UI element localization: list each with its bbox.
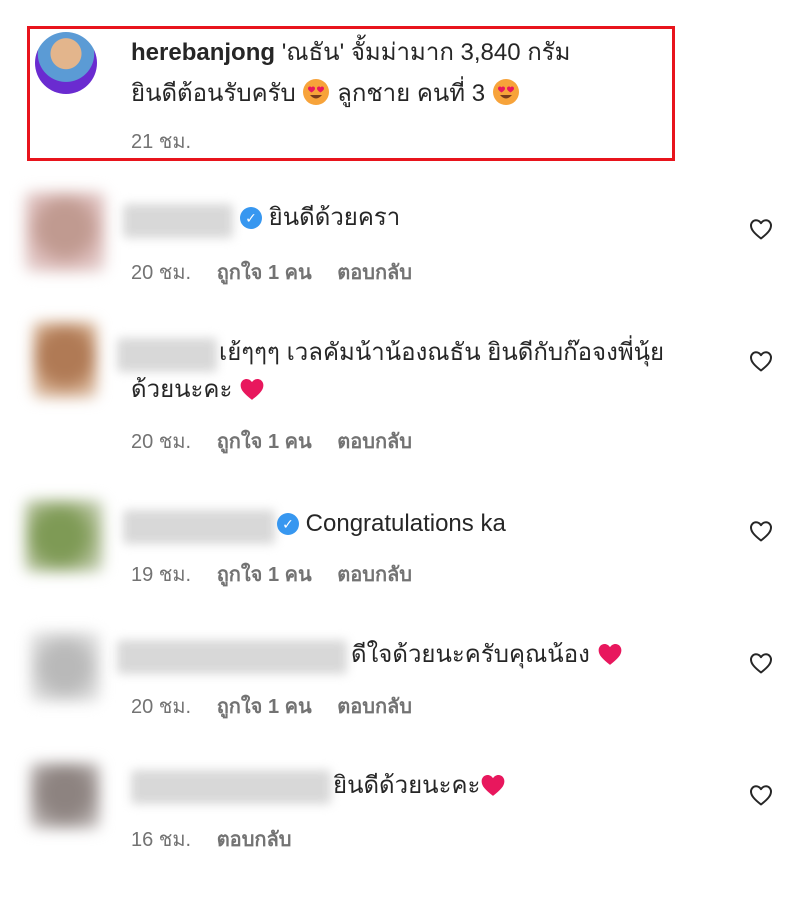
username-link[interactable]: [131, 770, 331, 804]
timestamp: 20 ชม.: [131, 696, 192, 718]
comment-text-line2: ยินดีต้อนรับครับ ลูกชาย คนที่ 3: [131, 78, 520, 109]
timestamp: 20 ชม.: [131, 262, 192, 284]
comment-text: herebanjong 'ณธัน' จั้มม่ามาก 3,840 กรัม: [131, 38, 570, 68]
comment-meta: 16 ชม. ตอบกลับ: [131, 823, 291, 855]
red-heart-emoji: [480, 773, 506, 797]
comment-meta: 20 ชม. ถูกใจ 1 คน ตอบกลับ: [131, 256, 412, 288]
comment-text: ✓ ยินดีด้วยครา: [240, 203, 400, 233]
comment-meta: 20 ชม. ถูกใจ 1 คน ตอบกลับ: [131, 690, 412, 722]
username-link[interactable]: [123, 204, 233, 238]
timestamp: 16 ชม.: [131, 829, 192, 851]
avatar[interactable]: [30, 632, 100, 702]
verified-badge-icon: ✓: [240, 207, 262, 229]
heart-eyes-emoji: [302, 78, 330, 106]
heart-outline-icon[interactable]: [749, 218, 773, 240]
heart-eyes-emoji: [492, 78, 520, 106]
heart-outline-icon[interactable]: [749, 652, 773, 674]
likes-count[interactable]: ถูกใจ 1 คน: [217, 690, 312, 722]
comment-text: ดีใจด้วยนะครับคุณน้อง: [351, 640, 623, 670]
heart-outline-icon[interactable]: [749, 350, 773, 372]
comment-text-line2: ด้วยนะคะ: [131, 375, 265, 405]
comment-text-line1: 'ณธัน' จั้มม่ามาก 3,840 กรัม: [281, 39, 571, 66]
avatar[interactable]: [33, 322, 97, 398]
avatar[interactable]: [35, 32, 97, 94]
heart-outline-icon[interactable]: [749, 784, 773, 806]
red-heart-emoji: [597, 642, 623, 666]
username-link[interactable]: herebanjong: [131, 39, 275, 66]
comment-text: ✓ Congratulations ka: [277, 509, 506, 539]
avatar[interactable]: [30, 763, 100, 829]
likes-count[interactable]: ถูกใจ 1 คน: [217, 256, 312, 288]
timestamp: 21 ชม.: [131, 131, 192, 153]
red-heart-emoji: [239, 377, 265, 401]
reply-button[interactable]: ตอบกลับ: [337, 256, 412, 288]
timestamp: 20 ชม.: [131, 431, 192, 453]
heart-outline-icon[interactable]: [749, 520, 773, 542]
comment-meta: 21 ชม.: [131, 125, 191, 157]
username-link[interactable]: [123, 510, 275, 544]
verified-badge-icon: ✓: [277, 513, 299, 535]
reply-button[interactable]: ตอบกลับ: [337, 425, 412, 457]
avatar[interactable]: [25, 500, 103, 572]
reply-button[interactable]: ตอบกลับ: [337, 558, 412, 590]
timestamp: 19 ชม.: [131, 564, 192, 586]
username-link[interactable]: [117, 338, 217, 372]
avatar[interactable]: [25, 192, 105, 272]
comment-text-line1: เย้ๆๆๆ เวลคัมน้าน้องณธัน ยินดีกับก๊อจงพี…: [219, 339, 665, 366]
likes-count[interactable]: ถูกใจ 1 คน: [217, 425, 312, 457]
comment-text: ยินดีด้วยนะคะ: [333, 771, 506, 801]
reply-button[interactable]: ตอบกลับ: [217, 823, 292, 855]
comment-meta: 20 ชม. ถูกใจ 1 คน ตอบกลับ: [131, 425, 412, 457]
reply-button[interactable]: ตอบกลับ: [337, 690, 412, 722]
username-link[interactable]: [117, 640, 347, 674]
likes-count[interactable]: ถูกใจ 1 คน: [217, 558, 312, 590]
comment-meta: 19 ชม. ถูกใจ 1 คน ตอบกลับ: [131, 558, 412, 590]
